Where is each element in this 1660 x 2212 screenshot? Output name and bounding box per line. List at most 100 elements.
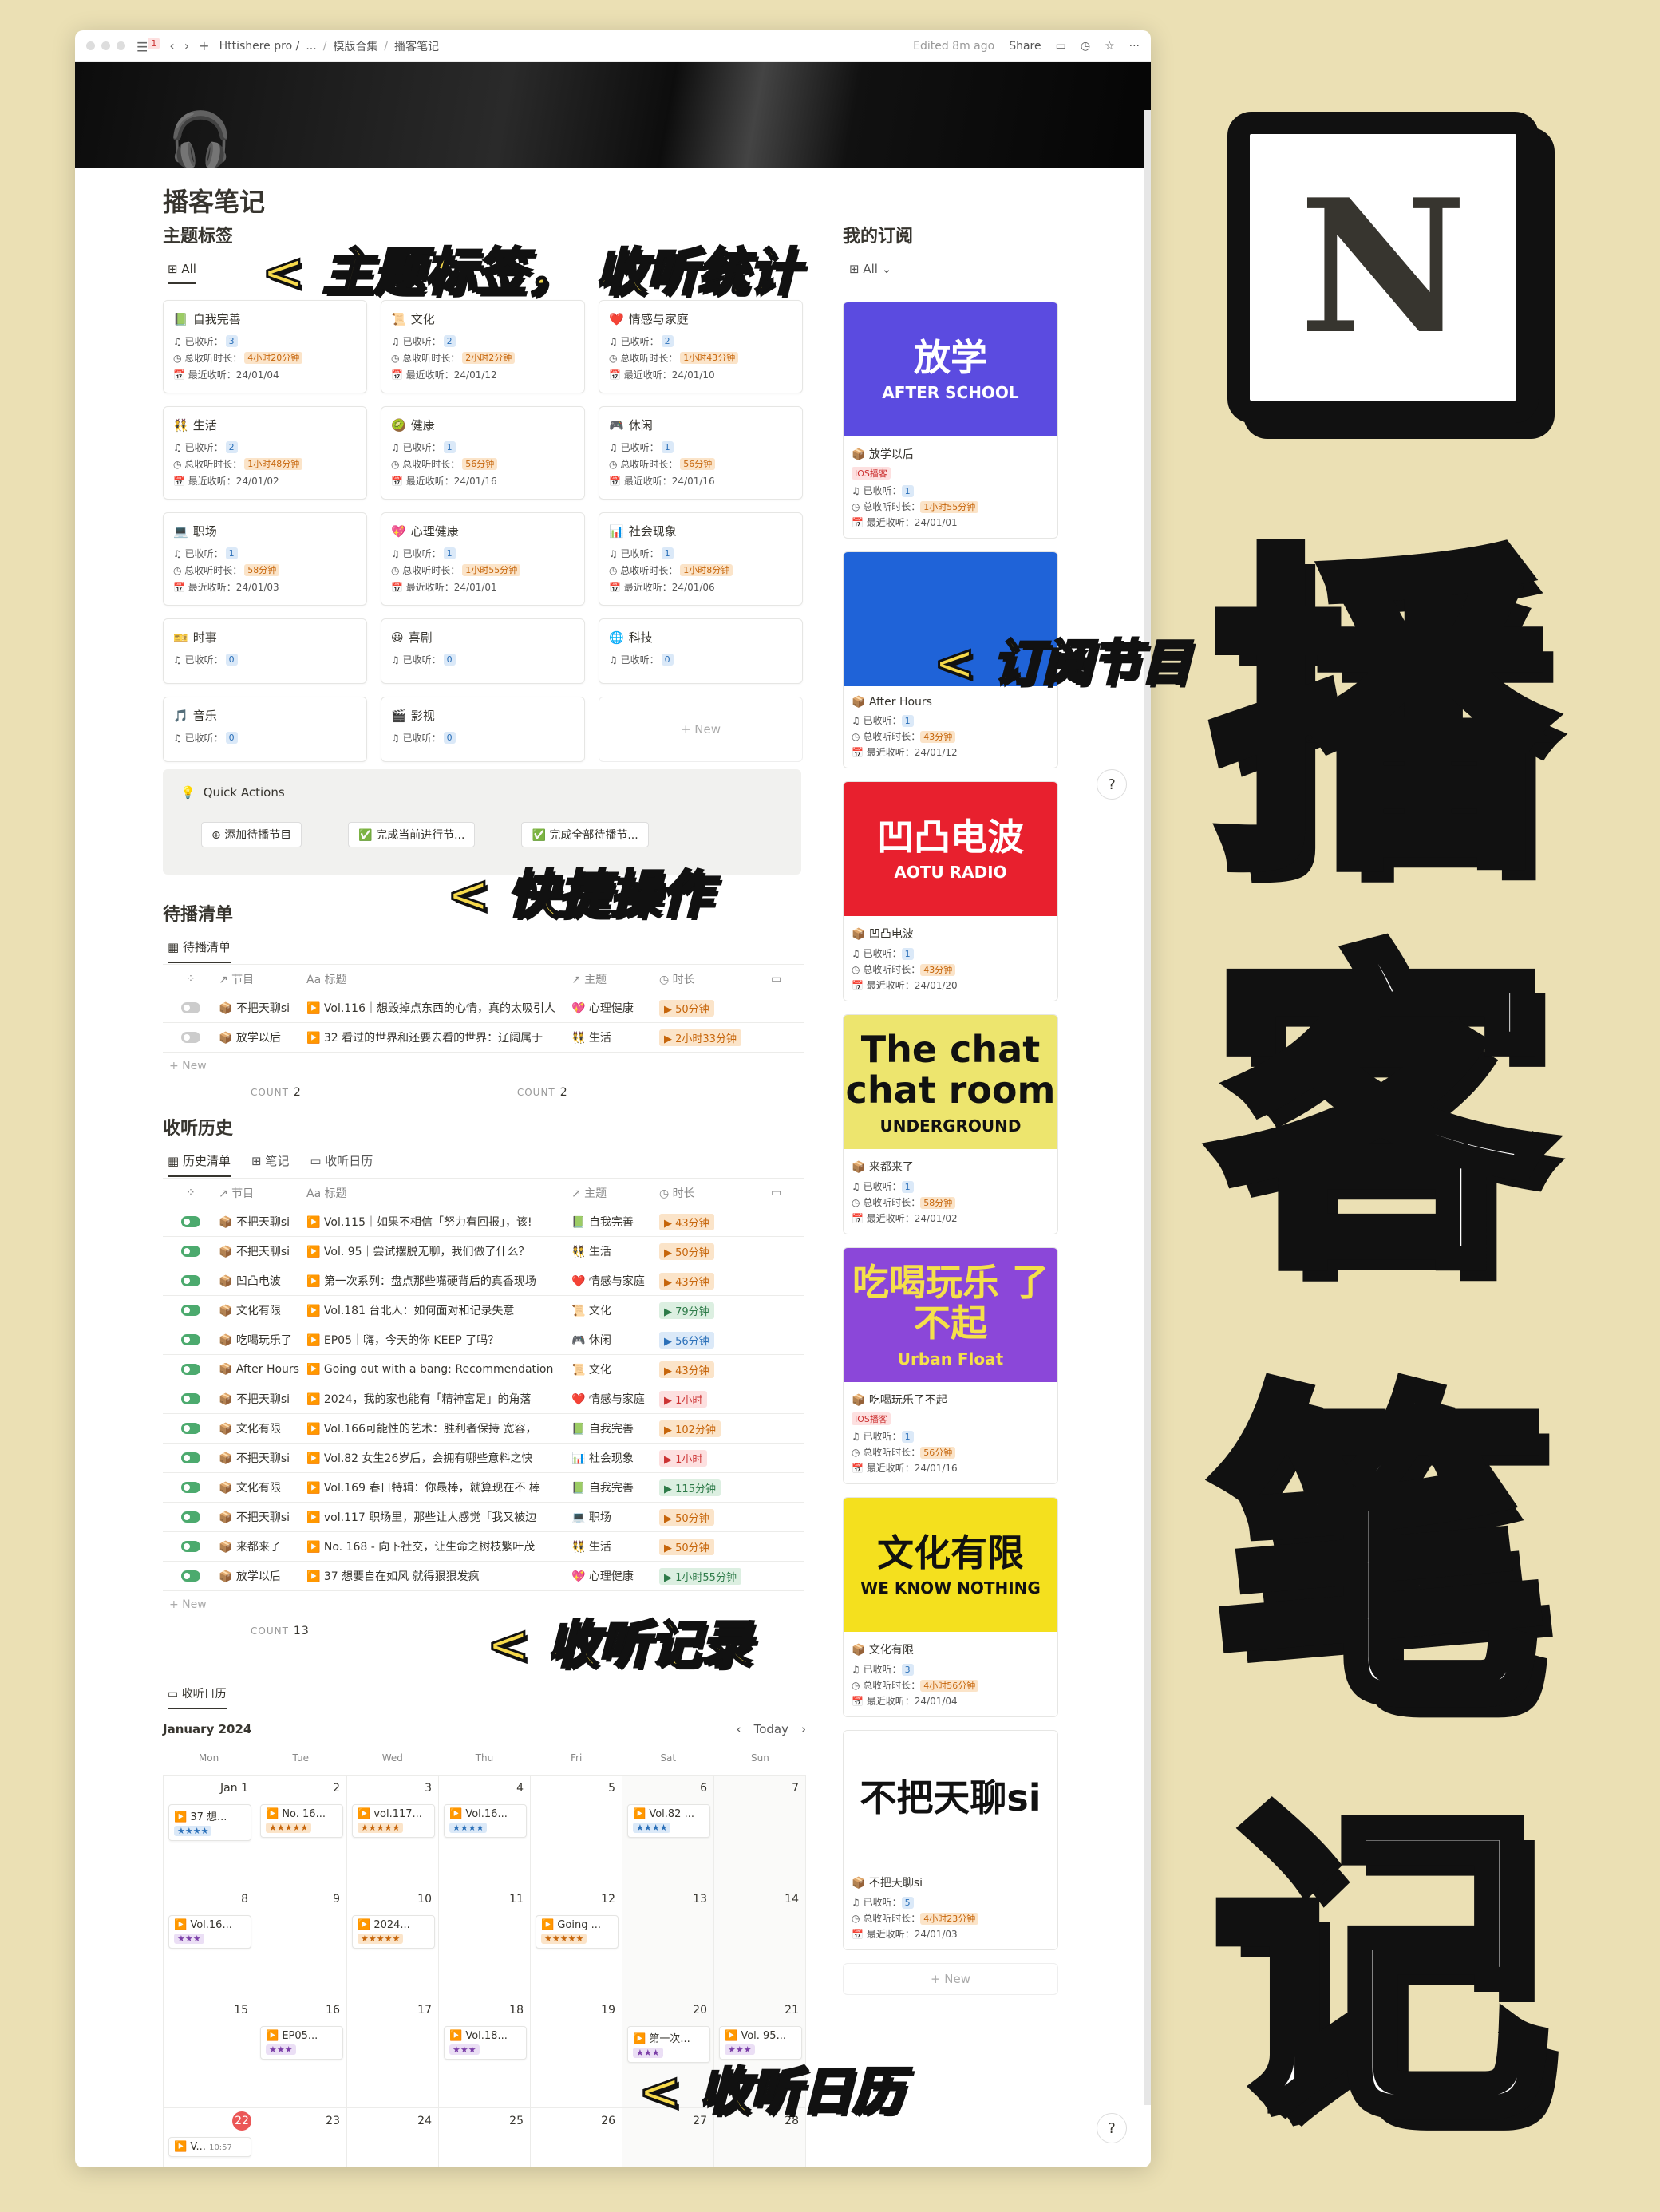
calendar-day[interactable]: 2 ▶️ No. 16... ★★★★★ <box>255 1776 347 1886</box>
topic-cell[interactable]: 🎮 休闲 <box>571 1332 659 1348</box>
topic-cell[interactable]: 📊 社会现象 <box>571 1450 659 1466</box>
table-row[interactable]: 📦 文化有限 ▶️ Vol.169 春日特辑：你最棒，就算现在不 棒 📗 自我完善 ▶… <box>163 1473 804 1503</box>
duration-cell[interactable]: ▶ 2小时33分钟 <box>659 1029 771 1046</box>
calendar-day[interactable]: 22 ▶️ V... 10:57 <box>164 2108 255 2167</box>
duration-cell[interactable]: ▶ 50分钟 <box>659 1242 771 1260</box>
help-button[interactable]: ? <box>1097 769 1127 800</box>
topic-cell[interactable]: 👯 生活 <box>571 1029 659 1045</box>
calendar-day[interactable]: Jan 1 ▶️ 37 想... ★★★★ <box>164 1776 255 1886</box>
duration-cell[interactable]: ▶ 115分钟 <box>659 1479 771 1496</box>
calendar-day[interactable]: 15 <box>164 1997 255 2108</box>
calendar-day[interactable]: 5 <box>531 1776 622 1886</box>
column-topic[interactable]: ↗ 主题 <box>571 1185 659 1201</box>
done-toggle[interactable] <box>163 1333 219 1346</box>
calendar-day[interactable]: 24 <box>347 2108 439 2167</box>
headphones-icon[interactable]: 🎧 <box>168 109 233 171</box>
calendar-event[interactable]: ▶️ Going ... ★★★★★ <box>536 1915 619 1949</box>
done-toggle[interactable] <box>163 1363 219 1376</box>
topic-cell[interactable]: 💻 职场 <box>571 1509 659 1525</box>
calendar-event[interactable]: ▶️ vol.117... ★★★★★ <box>352 1804 435 1838</box>
view-tab-all[interactable]: ⊞ All <box>168 262 196 284</box>
duration-cell[interactable]: ▶ 1小时 <box>659 1390 771 1408</box>
topic-cell[interactable]: 📗 自我完善 <box>571 1214 659 1230</box>
show-cell[interactable]: 📦 文化有限 <box>219 1420 306 1436</box>
scrollbar[interactable] <box>1144 110 1151 2105</box>
topic-card[interactable]: 🥝 健康 ♫ 已收听： 1 ◷ 总收听时长： 56分钟 📅 最近收听：24/01/16 <box>381 406 585 500</box>
calendar-event[interactable]: ▶️ Vol.16... ★★★★ <box>444 1804 527 1838</box>
show-cell[interactable]: 📦 凹凸电波 <box>219 1273 306 1289</box>
topic-card[interactable]: 📊 社会现象 ♫ 已收听： 1 ◷ 总收听时长： 1小时8分钟 📅 最近收听：24/01/0… <box>599 512 803 606</box>
show-cell[interactable]: 📦 来都来了 <box>219 1539 306 1554</box>
view-tab-calendar[interactable]: ▭ 收听日历 <box>310 1152 373 1177</box>
title-cell[interactable]: ▶️ Vol.166可能性的艺术：胜利者保持 宽容， <box>306 1420 571 1436</box>
topic-card[interactable]: 🎵 音乐 ♫ 已收听： 0 <box>163 697 367 762</box>
calendar-day[interactable]: 19 <box>531 1997 622 2108</box>
subscription-card[interactable]: 文化有限 WE KNOW NOTHING 📦 文化有限 ♫ 已收听： 3 ◷ 总收听时长：… <box>843 1497 1058 1717</box>
view-tab-notes[interactable]: ⊞ 笔记 <box>251 1152 289 1177</box>
done-toggle[interactable] <box>163 1215 219 1228</box>
page-title[interactable]: 播客笔记 <box>163 182 265 219</box>
show-cell[interactable]: 📦 放学以后 <box>219 1568 306 1584</box>
help-button[interactable]: ? <box>1097 2113 1127 2143</box>
calendar-day[interactable]: 26 <box>531 2108 622 2167</box>
topic-card[interactable]: 🎬 影视 ♫ 已收听： 0 <box>381 697 585 762</box>
topic-cell[interactable]: 📗 自我完善 <box>571 1420 659 1436</box>
calendar-event[interactable]: ▶️ Vol.18... ★★★ <box>444 2026 527 2060</box>
breadcrumb-ellipsis[interactable]: ... <box>306 40 316 53</box>
duration-cell[interactable]: ▶ 102分钟 <box>659 1420 771 1437</box>
title-cell[interactable]: ▶️ Vol.181 台北人：如何面对和记录失意 <box>306 1302 571 1318</box>
subscription-new[interactable]: + New <box>843 1963 1058 1995</box>
back-icon[interactable]: ‹ <box>169 38 174 53</box>
subscription-card[interactable]: 吃喝玩乐 了不起 Urban Float 📦 吃喝玩乐了不起 IOS播客 ♫ 已收听： 1… <box>843 1247 1058 1484</box>
calendar-day[interactable]: 17 <box>347 1997 439 2108</box>
title-cell[interactable]: ▶️ Vol. 95｜尝试摆脱无聊，我们做了什么？ <box>306 1243 571 1259</box>
comment-icon[interactable]: ▭ <box>1056 40 1066 53</box>
calendar-day[interactable]: 13 <box>622 1886 714 1997</box>
subscription-card[interactable]: The chat chat room UNDERGROUND 📦 来都来了 ♫ 已收听… <box>843 1014 1058 1234</box>
share-button[interactable]: Share <box>1009 40 1041 53</box>
favorite-icon[interactable]: ☆ <box>1105 40 1115 53</box>
done-toggle[interactable] <box>163 1392 219 1405</box>
add-queue-button[interactable]: ⊕ 添加待播节目 <box>201 822 302 847</box>
done-toggle[interactable] <box>163 1422 219 1435</box>
topic-cell[interactable]: 👯 生活 <box>571 1539 659 1554</box>
calendar-event[interactable]: ▶️ 2024... ★★★★★ <box>352 1915 435 1949</box>
add-icon[interactable]: + <box>199 38 209 53</box>
topic-card[interactable]: 👯 生活 ♫ 已收听： 2 ◷ 总收听时长： 1小时48分钟 📅 最近收听：24/01/02 <box>163 406 367 500</box>
window-controls[interactable] <box>86 41 125 50</box>
show-cell[interactable]: 📦 不把天聊si <box>219 1450 306 1466</box>
calendar-day[interactable]: 7 <box>714 1776 806 1886</box>
title-cell[interactable]: ▶️ Going out with a bang: Recommendation <box>306 1363 571 1376</box>
calendar-day[interactable]: 14 <box>714 1886 806 1997</box>
title-cell[interactable]: ▶️ Vol.169 春日特辑：你最棒，就算现在不 棒 <box>306 1479 571 1495</box>
calendar-day[interactable]: 10 ▶️ 2024... ★★★★★ <box>347 1886 439 1997</box>
next-month-icon[interactable]: › <box>801 1722 806 1736</box>
breadcrumb-workspace[interactable]: Httishere pro / <box>219 40 300 53</box>
topic-cell[interactable]: 💖 心理健康 <box>571 1000 659 1016</box>
calendar-day[interactable]: 4 ▶️ Vol.16... ★★★★ <box>439 1776 531 1886</box>
title-cell[interactable]: ▶️ EP05｜嗨，今天的你 KEEP 了吗？ <box>306 1332 571 1348</box>
topic-card[interactable]: 💖 心理健康 ♫ 已收听： 1 ◷ 总收听时长： 1小时55分钟 📅 最近收听：24/01/… <box>381 512 585 606</box>
topic-card[interactable]: 📗 自我完善 ♫ 已收听： 3 ◷ 总收听时长： 4小时20分钟 📅 最近收听：24/01/… <box>163 300 367 393</box>
complete-all-button[interactable]: ✅ 完成全部待播节... <box>521 822 649 847</box>
duration-cell[interactable]: ▶ 1小时55分钟 <box>659 1567 771 1585</box>
title-cell[interactable]: ▶️ Vol.116｜想毁掉点东西的心情，真的太吸引人 <box>306 1000 571 1016</box>
view-tab-queue[interactable]: ▦ 待播清单 <box>168 938 231 963</box>
topic-cell[interactable]: 📜 文化 <box>571 1361 659 1377</box>
column-show[interactable]: ↗ 节目 <box>219 971 306 987</box>
show-cell[interactable]: 📦 吃喝玩乐了 <box>219 1332 306 1348</box>
page-cover[interactable] <box>75 62 1151 168</box>
view-tab-listening-calendar[interactable]: ▭ 收听日历 <box>168 1685 227 1709</box>
column-more-icon[interactable]: ▭ <box>771 1187 803 1199</box>
calendar-day[interactable]: 11 <box>439 1886 531 1997</box>
table-row[interactable]: 📦 放学以后 ▶️ 32 看过的世界和还要去看的世界：辽阔属于 👯 生活 ▶ 2小时3… <box>163 1023 804 1053</box>
duration-cell[interactable]: ▶ 50分钟 <box>659 1538 771 1555</box>
topic-cell[interactable]: 💖 心理健康 <box>571 1568 659 1584</box>
done-toggle[interactable] <box>163 1511 219 1523</box>
calendar-day[interactable]: 6 ▶️ Vol.82 ... ★★★★ <box>622 1776 714 1886</box>
topic-cell[interactable]: ❤️ 情感与家庭 <box>571 1273 659 1289</box>
table-row[interactable]: 📦 不把天聊si ▶️ Vol.82 女生26岁后，会拥有哪些意料之快 📊 社会现象… <box>163 1444 804 1473</box>
table-row[interactable]: 📦 不把天聊si ▶️ Vol.116｜想毁掉点东西的心情，真的太吸引人 💖 心理健… <box>163 993 804 1023</box>
column-show[interactable]: ↗ 节目 <box>219 1185 306 1201</box>
duration-cell[interactable]: ▶ 43分钟 <box>659 1213 771 1230</box>
